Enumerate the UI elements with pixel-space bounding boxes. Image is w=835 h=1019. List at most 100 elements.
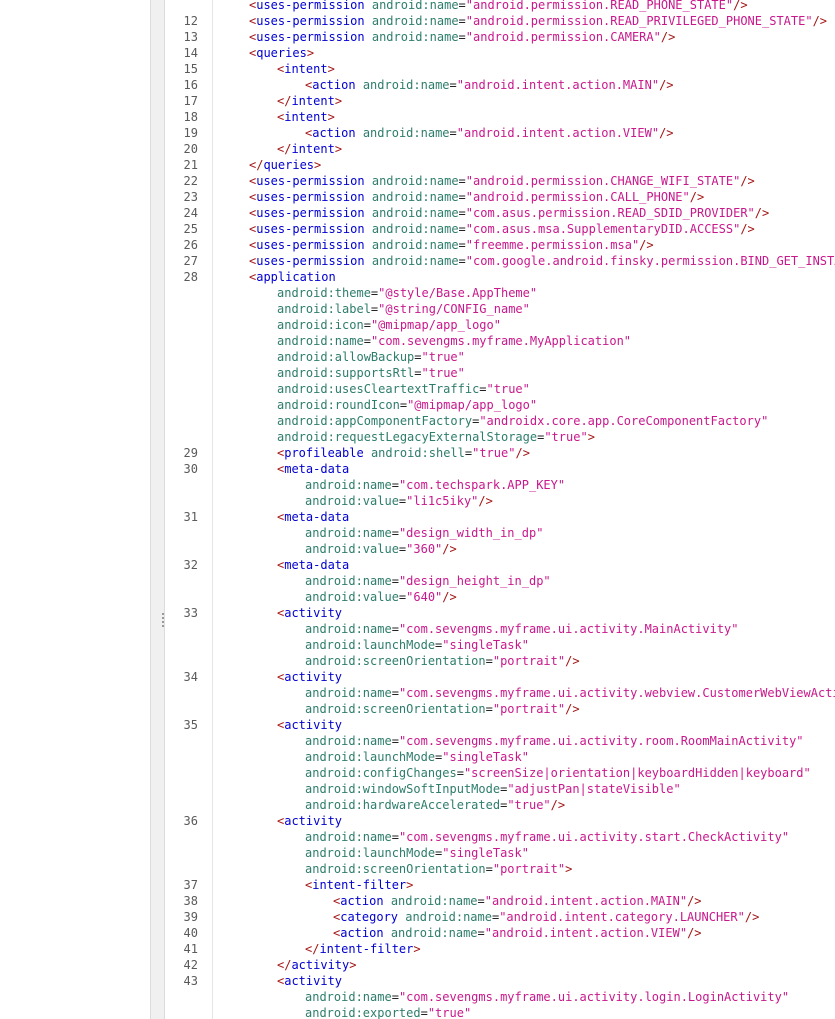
code-line[interactable]: 43 <activity — [0, 973, 835, 989]
code-text: <action android:name="android.intent.act… — [333, 893, 702, 909]
line-number: 26 — [183, 238, 198, 252]
code-line[interactable]: 17 </intent> — [0, 93, 835, 109]
line-number: 23 — [183, 190, 198, 204]
xml-attribute-name: android:name — [305, 686, 392, 700]
code-text: <category android:name="android.intent.c… — [333, 909, 759, 925]
code-line[interactable]: android:name="com.sevengms.myframe.ui.ac… — [0, 733, 835, 749]
code-line[interactable]: android:screenOrientation="portrait"/> — [0, 701, 835, 717]
code-line[interactable]: 22 <uses-permission android:name="android… — [0, 173, 835, 189]
code-line[interactable]: 15 <intent> — [0, 61, 835, 77]
code-line[interactable]: android:value="640"/> — [0, 589, 835, 605]
code-line[interactable]: android:roundIcon="@mipmap/app_logo" — [0, 397, 835, 413]
xml-bracket: /> — [812, 14, 828, 28]
code-text: android:launchMode="singleTask" — [305, 845, 529, 861]
code-line[interactable]: 20 </intent> — [0, 141, 835, 157]
xml-attribute-value: "portrait" — [492, 862, 566, 876]
line-number: 27 — [183, 254, 198, 268]
xml-attribute-name: android:name — [371, 14, 459, 28]
code-line[interactable]: android:name="com.sevengms.myframe.ui.ac… — [0, 989, 835, 1005]
code-line[interactable]: android:allowBackup="true" — [0, 349, 835, 365]
code-line[interactable]: android:name="com.sevengms.myframe.MyApp… — [0, 333, 835, 349]
code-line[interactable]: android:icon="@mipmap/app_logo" — [0, 317, 835, 333]
code-line[interactable]: 23 <uses-permission android:name="android… — [0, 189, 835, 205]
code-line[interactable]: 32 <meta-data — [0, 557, 835, 573]
code-line[interactable]: android:hardwareAccelerated="true"/> — [0, 797, 835, 813]
xml-attribute-value: "portrait" — [492, 654, 566, 668]
code-text: </intent> — [277, 93, 342, 109]
code-line[interactable]: 39 <category android:name="android.intent… — [0, 909, 835, 925]
code-line[interactable]: 24 <uses-permission android:name="com.asu… — [0, 205, 835, 221]
code-line[interactable]: android:appComponentFactory="androidx.co… — [0, 413, 835, 429]
code-line[interactable]: android:name="com.sevengms.myframe.ui.ac… — [0, 685, 835, 701]
code-line[interactable]: 38 <action android:name="android.intent.a… — [0, 893, 835, 909]
code-line[interactable]: android:value="360"/> — [0, 541, 835, 557]
code-line[interactable]: 16 <action android:name="android.intent.a… — [0, 77, 835, 93]
code-line[interactable]: android:screenOrientation="portrait"> — [0, 861, 835, 877]
xml-bracket: /> — [740, 222, 755, 236]
code-line[interactable]: 14 <queries> — [0, 45, 835, 61]
xml-attribute-name: android:hardwareAccelerated — [305, 798, 501, 812]
xml-attribute-value: "androidx.core.app.CoreComponentFactory" — [479, 414, 769, 428]
xml-punctuation — [365, 30, 372, 44]
xml-bracket: /> — [754, 206, 770, 220]
code-line[interactable]: android:launchMode="singleTask" — [0, 749, 835, 765]
code-line[interactable]: <uses-permission android:name="android.p… — [0, 0, 835, 13]
code-line[interactable]: 37 <intent-filter> — [0, 877, 835, 893]
xml-bracket: /> — [687, 926, 702, 940]
code-line[interactable]: android:name="com.techspark.APP_KEY" — [0, 477, 835, 493]
code-line[interactable]: android:configChanges="screenSize|orient… — [0, 765, 835, 781]
code-line[interactable]: android:name="design_height_in_dp" — [0, 573, 835, 589]
code-line[interactable]: android:label="@string/CONFIG_name" — [0, 301, 835, 317]
xml-tag-name: uses-permission — [256, 0, 365, 12]
code-line[interactable]: android:screenOrientation="portrait"/> — [0, 653, 835, 669]
code-line[interactable]: 35 <activity — [0, 717, 835, 733]
xml-punctuation — [384, 926, 391, 940]
code-line[interactable]: 29 <profileable android:shell="true"/> — [0, 445, 835, 461]
code-line[interactable]: 25 <uses-permission android:name="com.asu… — [0, 221, 835, 237]
xml-punctuation: = — [458, 254, 466, 268]
code-line[interactable]: 13 <uses-permission android:name="android… — [0, 29, 835, 45]
code-text: <uses-permission android:name="com.googl… — [249, 253, 835, 269]
code-line[interactable]: 33 <activity — [0, 605, 835, 621]
code-line[interactable]: android:name="design_width_in_dp" — [0, 525, 835, 541]
code-line[interactable]: android:exported="true" — [0, 1005, 835, 1019]
code-line[interactable]: 28 <application — [0, 269, 835, 285]
code-line[interactable]: android:name="com.sevengms.myframe.ui.ac… — [0, 621, 835, 637]
code-line[interactable]: android:value="li1c5iky"/> — [0, 493, 835, 509]
line-number: 31 — [183, 510, 198, 524]
code-line[interactable]: 27 <uses-permission android:name="com.goo… — [0, 253, 835, 269]
code-text: android:name="com.sevengms.myframe.ui.ac… — [305, 829, 789, 845]
xml-attribute-value: "@mipmap/app_logo" — [407, 398, 538, 412]
code-line[interactable]: 36 <activity — [0, 813, 835, 829]
code-line[interactable]: android:launchMode="singleTask" — [0, 845, 835, 861]
xml-attribute-name: android:name — [277, 334, 364, 348]
code-line[interactable]: 31 <meta-data — [0, 509, 835, 525]
code-line[interactable]: 41 </intent-filter> — [0, 941, 835, 957]
code-line[interactable]: android:launchMode="singleTask" — [0, 637, 835, 653]
code-line[interactable]: android:name="com.sevengms.myframe.ui.ac… — [0, 829, 835, 845]
code-line[interactable]: android:usesCleartextTraffic="true" — [0, 381, 835, 397]
xml-tag-name: intent — [291, 94, 335, 108]
code-text: android:theme="@style/Base.AppTheme" — [277, 285, 537, 301]
code-line[interactable]: android:requestLegacyExternalStorage="tr… — [0, 429, 835, 445]
xml-tag-name: meta-data — [284, 558, 350, 572]
code-line[interactable]: 40 <action android:name="android.intent.a… — [0, 925, 835, 941]
xml-attribute-value: "com.google.android.finsky.permission.BI… — [465, 254, 835, 268]
code-line[interactable]: 18 <intent> — [0, 109, 835, 125]
xml-punctuation — [365, 206, 372, 220]
code-line[interactable]: 42 </activity> — [0, 957, 835, 973]
code-line[interactable]: 30 <meta-data — [0, 461, 835, 477]
code-text: <action android:name="android.intent.act… — [333, 925, 702, 941]
code-line[interactable]: 26 <uses-permission android:name="freemme… — [0, 237, 835, 253]
code-line[interactable]: 19 <action android:name="android.intent.a… — [0, 125, 835, 141]
code-line[interactable]: 21 </queries> — [0, 157, 835, 173]
code-line[interactable]: android:windowSoftInputMode="adjustPan|s… — [0, 781, 835, 797]
code-line[interactable]: android:supportsRtl="true" — [0, 365, 835, 381]
code-line[interactable]: 12 <uses-permission android:name="android… — [0, 13, 835, 29]
code-editor[interactable]: <uses-permission android:name="android.p… — [0, 0, 835, 1019]
code-line[interactable]: 34 <activity — [0, 669, 835, 685]
xml-punctuation — [356, 78, 363, 92]
line-number: 32 — [183, 558, 198, 572]
code-line[interactable]: android:theme="@style/Base.AppTheme" — [0, 285, 835, 301]
xml-attribute-value: "singleTask" — [442, 750, 529, 764]
